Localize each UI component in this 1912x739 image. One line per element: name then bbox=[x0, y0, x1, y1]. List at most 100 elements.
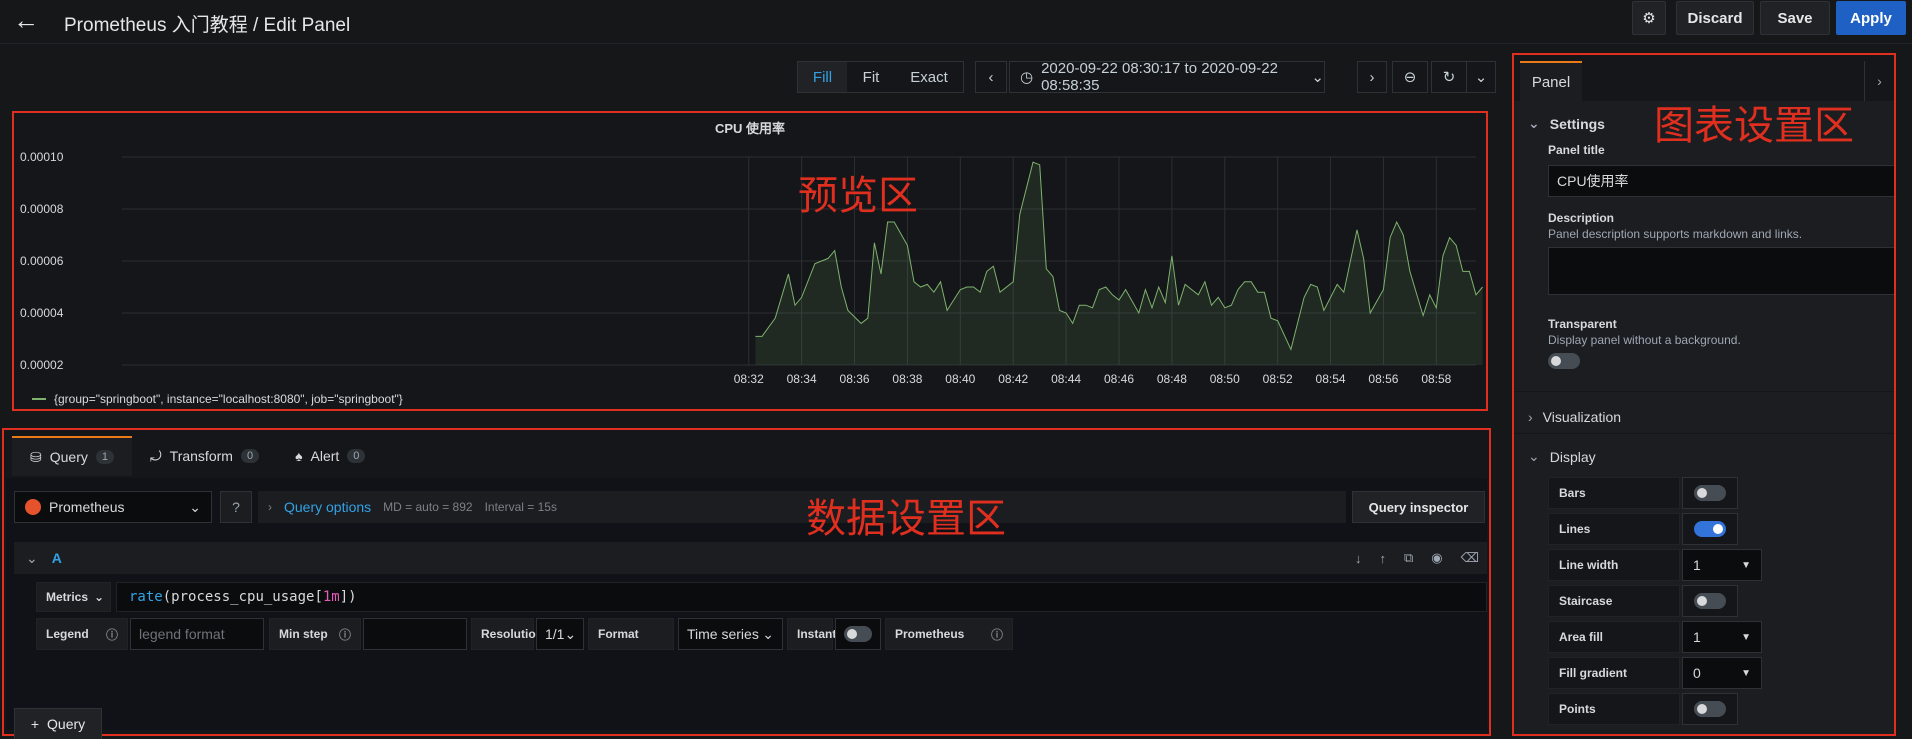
x-tick-label: 08:40 bbox=[945, 372, 975, 386]
trash-icon[interactable]: ⌫ bbox=[1461, 550, 1479, 566]
description-textarea[interactable] bbox=[1548, 247, 1894, 295]
refresh-button[interactable]: ↻ bbox=[1431, 61, 1467, 93]
points-toggle[interactable] bbox=[1694, 701, 1726, 717]
display-section-header[interactable]: ⌄ Display bbox=[1528, 448, 1596, 465]
format-value: Time series bbox=[687, 626, 759, 642]
eye-icon[interactable]: ◉ bbox=[1431, 550, 1442, 566]
area-fill-value: 1 bbox=[1693, 629, 1701, 645]
prometheus-help-text: Prometheus bbox=[895, 627, 965, 641]
resolution-select[interactable]: 1/1 ⌄ bbox=[536, 618, 584, 650]
move-up-icon[interactable]: ↑ bbox=[1379, 551, 1386, 566]
tab-panel[interactable]: Panel bbox=[1520, 61, 1582, 101]
fit-toggle-button[interactable]: Fit bbox=[847, 61, 895, 93]
max-data-points-info: MD = auto = 892 bbox=[383, 500, 473, 514]
lines-toggle-wrap[interactable] bbox=[1682, 513, 1738, 545]
save-button[interactable]: Save bbox=[1760, 1, 1830, 35]
points-toggle-wrap[interactable] bbox=[1682, 693, 1738, 725]
bars-label: Bars bbox=[1548, 477, 1680, 509]
expr-metric: process_cpu_usage[ bbox=[171, 589, 323, 605]
query-ref-id: A bbox=[51, 550, 62, 566]
bars-toggle[interactable] bbox=[1694, 485, 1726, 501]
description-hint: Panel description supports markdown and … bbox=[1548, 227, 1803, 241]
time-back-button[interactable]: ‹ bbox=[975, 61, 1007, 93]
legend-format-input[interactable]: legend format bbox=[130, 618, 264, 650]
data-area-label: 数据设置区 bbox=[806, 496, 1006, 542]
instant-toggle-wrap[interactable] bbox=[835, 618, 881, 650]
line-width-label: Line width bbox=[1548, 549, 1680, 581]
chart-legend[interactable]: {group="springboot", instance="localhost… bbox=[32, 392, 403, 406]
fill-toggle-button[interactable]: Fill bbox=[797, 61, 847, 93]
tab-alert[interactable]: ♠ Alert 0 bbox=[277, 436, 383, 476]
cpu-usage-chart[interactable]: 0.00002 0.00004 0.00006 0.00008 0.00010 08:32… bbox=[14, 113, 1486, 409]
tab-transform[interactable]: ⤾ Transform 0 bbox=[132, 436, 277, 476]
query-options-bar[interactable]: › Query options MD = auto = 892 Interval… bbox=[258, 491, 1346, 523]
min-step-input[interactable] bbox=[363, 618, 467, 650]
time-forward-button[interactable]: › bbox=[1357, 61, 1387, 93]
fill-gradient-select[interactable]: 0 ▼ bbox=[1682, 657, 1762, 689]
refresh-interval-dropdown[interactable]: ⌄ bbox=[1466, 61, 1496, 93]
chevron-down-icon: ⌄ bbox=[1528, 448, 1540, 464]
min-step-label: Min step ⓘ bbox=[269, 618, 361, 650]
query-body: Prometheus ⌄ ? › Query options MD = auto… bbox=[6, 478, 1487, 739]
expr-range: 1m bbox=[322, 589, 340, 605]
chevron-left-icon: ‹ bbox=[988, 68, 994, 86]
prometheus-help-label: Prometheus ⓘ bbox=[885, 618, 1013, 650]
datasource-select[interactable]: Prometheus ⌄ bbox=[14, 491, 212, 523]
query-inspector-button[interactable]: Query inspector bbox=[1352, 491, 1485, 523]
zoom-out-button[interactable]: ⊖ bbox=[1392, 61, 1428, 93]
settings-gear-button[interactable]: ⚙ bbox=[1632, 1, 1666, 35]
tab-transform-count: 0 bbox=[240, 449, 260, 463]
collapse-chevron-icon: ⌄ bbox=[26, 549, 38, 566]
chevron-down-icon: ⌄ bbox=[1474, 69, 1488, 86]
back-arrow-icon[interactable]: ← bbox=[13, 7, 39, 33]
tab-transform-label: Transform bbox=[169, 448, 233, 464]
transparent-toggle[interactable] bbox=[1548, 353, 1580, 369]
discard-button[interactable]: Discard bbox=[1676, 1, 1754, 35]
area-fill-select[interactable]: 1 ▼ bbox=[1682, 621, 1762, 653]
x-tick-label: 08:32 bbox=[734, 372, 764, 386]
fill-gradient-label: Fill gradient bbox=[1548, 657, 1680, 689]
plus-icon: + bbox=[30, 716, 40, 732]
expr-function: rate bbox=[129, 589, 163, 605]
query-editor-area: ⛁ Query 1 ⤾ Transform 0 ♠ Alert 0 Promet… bbox=[2, 428, 1491, 739]
panel-title-input[interactable]: CPU使用率 bbox=[1548, 165, 1894, 197]
divider bbox=[1514, 433, 1894, 434]
metrics-dropdown[interactable]: Metrics ⌄ bbox=[36, 582, 111, 612]
transparent-label: Transparent bbox=[1548, 317, 1617, 331]
exact-toggle-button[interactable]: Exact bbox=[895, 61, 964, 93]
promql-input[interactable]: rate(process_cpu_usage[1m]) bbox=[116, 582, 1487, 612]
time-range-text: 2020-09-22 08:30:17 to 2020-09-22 08:58:… bbox=[1041, 60, 1278, 94]
duplicate-icon[interactable]: ⧉ bbox=[1404, 550, 1413, 566]
lines-toggle[interactable] bbox=[1694, 521, 1726, 537]
time-range-picker[interactable]: ◷ 2020-09-22 08:30:17 to 2020-09-22 08:5… bbox=[1009, 60, 1325, 94]
x-tick-label: 08:42 bbox=[998, 372, 1028, 386]
instant-toggle[interactable] bbox=[844, 626, 872, 642]
add-query-button[interactable]: + Query bbox=[14, 708, 102, 739]
x-tick-label: 08:34 bbox=[787, 372, 817, 386]
interval-info: Interval = 15s bbox=[484, 500, 557, 514]
metrics-label: Metrics bbox=[46, 590, 89, 604]
preview-area-label: 预览区 bbox=[798, 173, 918, 219]
apply-button[interactable]: Apply bbox=[1836, 1, 1906, 35]
page-title: Prometheus 入门教程 / Edit Panel bbox=[64, 15, 351, 36]
datasource-help-button[interactable]: ? bbox=[220, 491, 252, 523]
bars-toggle-wrap[interactable] bbox=[1682, 477, 1738, 509]
caret-down-icon: ▼ bbox=[1741, 559, 1751, 571]
line-width-select[interactable]: 1 ▼ bbox=[1682, 549, 1762, 581]
chevron-right-icon: › bbox=[268, 500, 272, 514]
query-row-header[interactable]: ⌄ A ↓ ↑ ⧉ ◉ ⌫ bbox=[14, 542, 1487, 574]
legend-swatch bbox=[32, 398, 46, 400]
staircase-toggle-wrap[interactable] bbox=[1682, 585, 1738, 617]
staircase-toggle[interactable] bbox=[1694, 593, 1726, 609]
settings-section-header[interactable]: ⌄ Settings bbox=[1528, 115, 1605, 132]
tab-query[interactable]: ⛁ Query 1 bbox=[12, 436, 132, 476]
x-tick-label: 08:38 bbox=[892, 372, 922, 386]
visualization-section-header[interactable]: › Visualization bbox=[1528, 409, 1621, 425]
move-down-icon[interactable]: ↓ bbox=[1355, 551, 1362, 566]
query-tabs: ⛁ Query 1 ⤾ Transform 0 ♠ Alert 0 bbox=[12, 436, 383, 476]
top-bar: ← Prometheus 入门教程 / Edit Panel ⚙ Discard… bbox=[0, 0, 1912, 44]
format-select[interactable]: Time series ⌄ bbox=[678, 618, 783, 650]
collapse-sidebar-button[interactable]: › bbox=[1864, 61, 1894, 101]
chevron-down-icon: ⌄ bbox=[94, 590, 105, 604]
info-icon: ⓘ bbox=[990, 627, 1003, 642]
